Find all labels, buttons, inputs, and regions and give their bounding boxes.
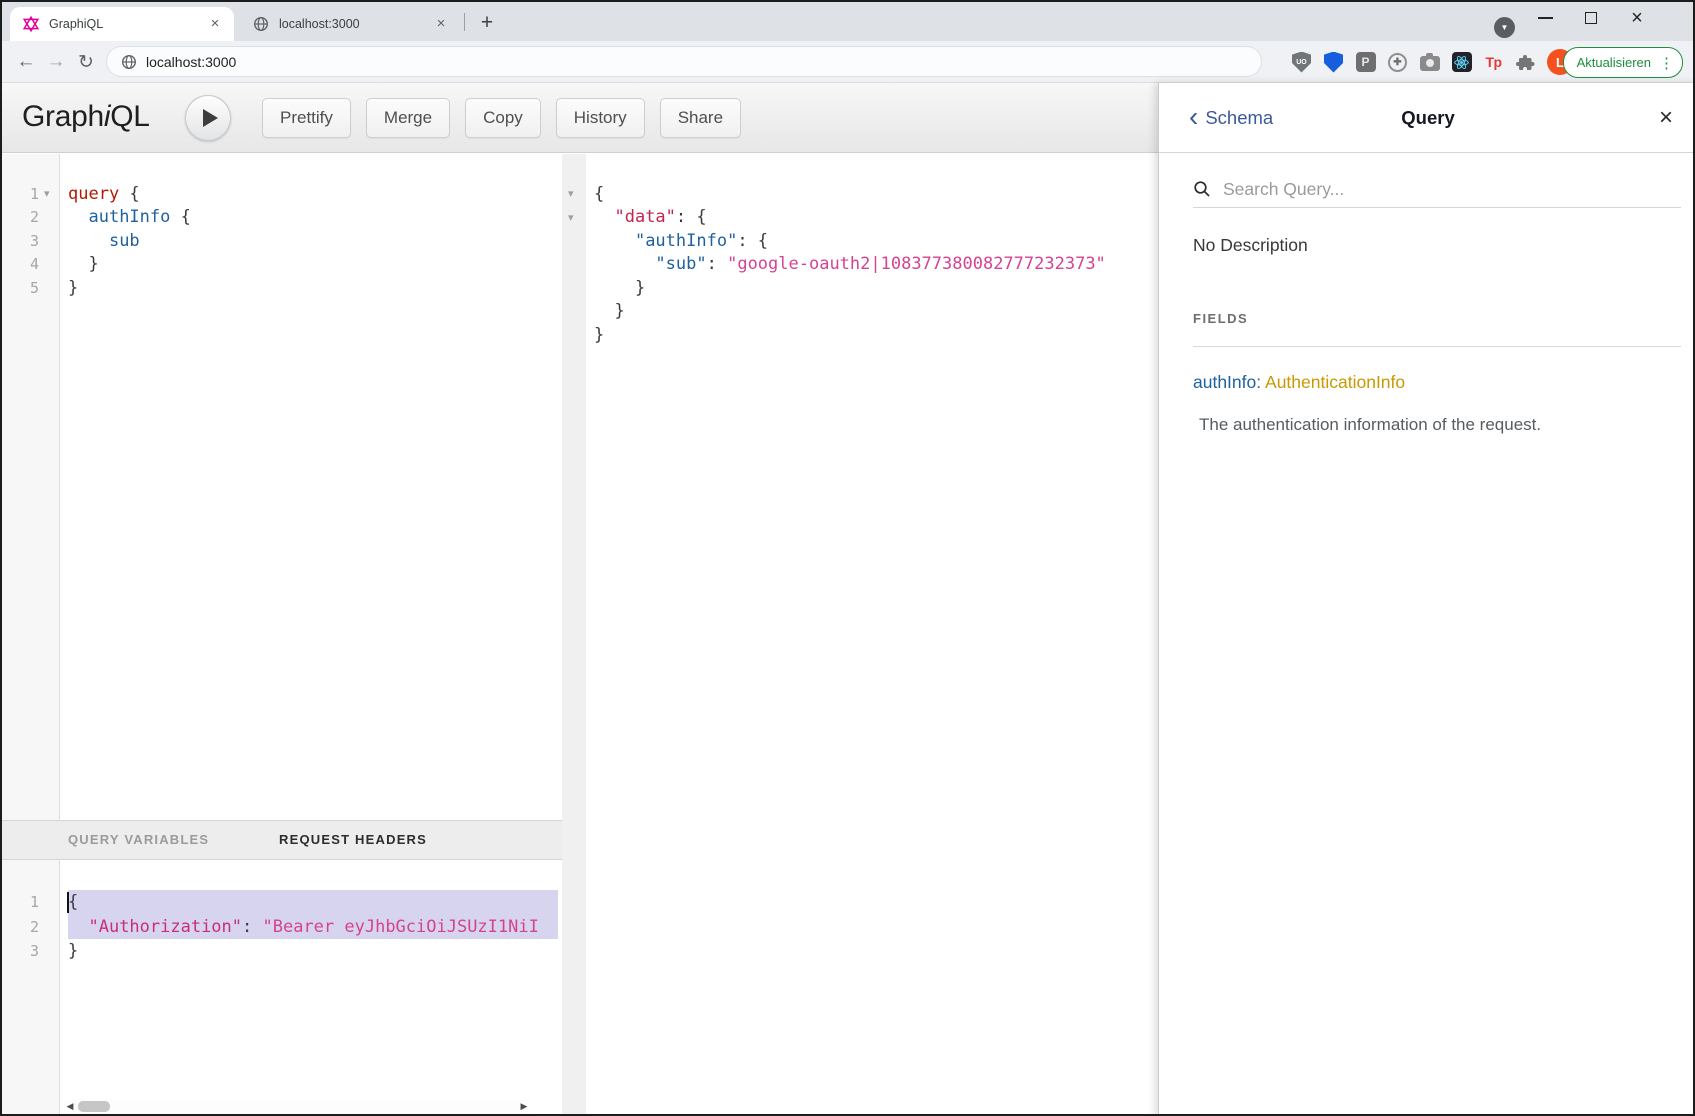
minimize-icon xyxy=(1538,17,1553,19)
share-button[interactable]: Share xyxy=(660,98,741,138)
scrollbar-track[interactable] xyxy=(76,1099,518,1114)
browser-navbar: ← → ↻ localhost:3000 UO P ✚ xyxy=(2,41,1693,83)
doc-divider xyxy=(1193,346,1681,347)
globe-icon xyxy=(121,54,137,70)
url-text: localhost:3000 xyxy=(146,54,236,70)
doc-no-description: No Description xyxy=(1193,235,1308,256)
prettify-button[interactable]: Prettify xyxy=(262,98,351,138)
close-tab-icon[interactable]: × xyxy=(206,15,224,33)
tab-divider xyxy=(464,13,465,31)
graphiql-toolbar: GraphiQL Prettify Merge Copy History Sha… xyxy=(2,83,1158,153)
code-line[interactable]: { xyxy=(68,890,558,915)
scroll-right-icon[interactable]: ▶ xyxy=(518,1102,530,1112)
extensions-puzzle-icon[interactable] xyxy=(1515,52,1536,73)
doc-field-row: authInfo: AuthenticationInfo xyxy=(1193,372,1405,393)
query-editor[interactable]: 1▾2345 query { authInfo { sub }} xyxy=(2,154,562,820)
query-editor-code[interactable]: query { authInfo { sub }} xyxy=(2,154,562,820)
tab-title: localhost:3000 xyxy=(279,17,432,31)
field-name-link[interactable]: authInfo xyxy=(1193,372,1256,392)
doc-fields-label: FIELDS xyxy=(1193,311,1248,326)
tab-query-variables[interactable]: QUERY VARIABLES xyxy=(68,821,209,859)
code-line[interactable]: "data": { xyxy=(594,206,1154,230)
reload-icon[interactable]: ↻ xyxy=(72,41,100,83)
graphiql-app: GraphiQL Prettify Merge Copy History Sha… xyxy=(2,83,1693,1116)
doc-close-icon[interactable]: × xyxy=(1659,83,1673,153)
search-query-input[interactable] xyxy=(1221,178,1681,201)
code-line[interactable]: } xyxy=(68,253,558,277)
play-icon xyxy=(203,109,218,127)
result-viewer-code[interactable]: { "data": { "authInfo": { "sub": "google… xyxy=(562,154,1158,1116)
graphiql-logo: GraphiQL xyxy=(22,83,150,153)
scroll-left-icon[interactable]: ◀ xyxy=(64,1102,76,1112)
execute-query-button[interactable] xyxy=(185,95,231,141)
scrollbar-thumb[interactable] xyxy=(78,1101,110,1112)
camera-extension-icon[interactable] xyxy=(1419,52,1440,73)
kebab-menu-icon[interactable]: ⋮ xyxy=(1659,54,1674,72)
graphiql-logo-icon xyxy=(23,16,39,32)
react-atom-icon xyxy=(1453,54,1470,71)
merge-button[interactable]: Merge xyxy=(366,98,450,138)
code-line[interactable]: query { xyxy=(68,182,558,206)
window-maximize-button[interactable] xyxy=(1574,2,1608,34)
code-line[interactable]: } xyxy=(594,323,1154,347)
code-line[interactable]: "Authorization": "Bearer eyJhbGciOiJSUzI… xyxy=(68,915,558,940)
field-type-link[interactable]: AuthenticationInfo xyxy=(1265,372,1405,392)
code-line[interactable]: authInfo { xyxy=(68,206,558,230)
toolbar-buttons: Prettify Merge Copy History Share xyxy=(262,98,741,138)
maximize-icon xyxy=(1585,12,1597,24)
code-line[interactable]: } xyxy=(594,276,1154,300)
browser-tab-strip: GraphiQL × localhost:3000 × + ▼ × xyxy=(2,2,1693,41)
window-minimize-button[interactable] xyxy=(1528,2,1562,34)
close-tab-icon[interactable]: × xyxy=(432,15,450,33)
history-button[interactable]: History xyxy=(556,98,645,138)
update-browser-button[interactable]: Aktualisieren ⋮ xyxy=(1563,47,1683,78)
code-line[interactable]: { xyxy=(594,182,1154,206)
react-devtools-extension-icon[interactable] xyxy=(1451,52,1472,73)
doc-explorer-panel: ‹ Schema Query × No Description FIELDS a… xyxy=(1158,83,1695,1116)
doc-field-description: The authentication information of the re… xyxy=(1199,415,1541,435)
browser-tab-graphiql[interactable]: GraphiQL × xyxy=(10,7,234,41)
code-line[interactable]: "sub": "google-oauth2|108377380082777232… xyxy=(594,253,1154,277)
code-line[interactable]: } xyxy=(68,939,558,964)
address-bar[interactable]: localhost:3000 xyxy=(106,46,1262,77)
doc-search-row xyxy=(1193,171,1681,208)
result-viewer[interactable]: ▾▾ { "data": { "authInfo": { "sub": "goo… xyxy=(562,154,1158,1116)
request-headers-editor[interactable]: 123 { "Authorization": "Bearer eyJhbGciO… xyxy=(2,860,562,1116)
back-icon[interactable]: ← xyxy=(12,41,40,83)
new-tab-button[interactable]: + xyxy=(474,10,500,36)
move-extension-icon[interactable]: ✚ xyxy=(1387,52,1408,73)
tp-extension-icon[interactable]: Tp xyxy=(1483,52,1504,73)
horizontal-scrollbar[interactable]: ◀ ▶ xyxy=(64,1099,530,1114)
extensions-row: UO P ✚ Tp L xyxy=(1291,41,1573,83)
headers-editor-code[interactable]: { "Authorization": "Bearer eyJhbGciOiJSU… xyxy=(2,860,562,1116)
doc-title: Query xyxy=(1159,83,1695,153)
tab-request-headers[interactable]: REQUEST HEADERS xyxy=(279,821,427,859)
browser-window: GraphiQL × localhost:3000 × + ▼ × ← → ↻ xyxy=(0,0,1695,1116)
forward-icon[interactable]: → xyxy=(42,41,70,83)
code-line[interactable]: } xyxy=(594,300,1154,324)
ublock-extension-icon[interactable]: UO xyxy=(1291,52,1312,73)
browser-update-icon[interactable]: ▼ xyxy=(1494,17,1515,38)
secondary-editor-titlebar: QUERY VARIABLES REQUEST HEADERS xyxy=(2,820,562,860)
tab-title: GraphiQL xyxy=(49,17,206,31)
browser-tab-localhost[interactable]: localhost:3000 × xyxy=(240,7,460,41)
bitwarden-extension-icon[interactable] xyxy=(1323,52,1344,73)
p-extension-icon[interactable]: P xyxy=(1355,52,1376,73)
code-line[interactable]: "authInfo": { xyxy=(594,229,1154,253)
code-line[interactable]: } xyxy=(68,276,558,300)
search-icon xyxy=(1193,180,1211,198)
code-line[interactable]: sub xyxy=(68,229,558,253)
text-cursor xyxy=(67,892,69,913)
copy-button[interactable]: Copy xyxy=(465,98,541,138)
left-pane: 1▾2345 query { authInfo { sub }} QUERY V… xyxy=(2,154,562,1116)
doc-explorer-header: ‹ Schema Query × xyxy=(1159,83,1695,153)
window-close-button[interactable]: × xyxy=(1620,2,1654,34)
globe-icon xyxy=(253,16,269,32)
